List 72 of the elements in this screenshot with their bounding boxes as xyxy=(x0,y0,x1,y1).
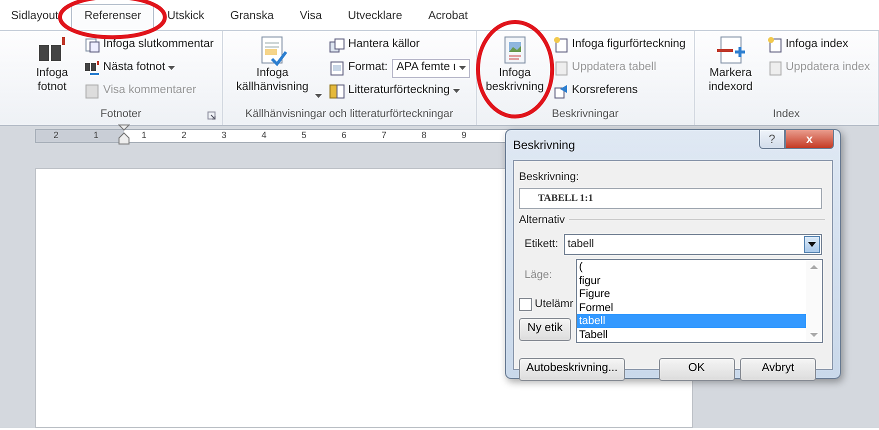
list-option[interactable]: ( xyxy=(577,260,806,274)
ribbon-tab[interactable]: Referenser xyxy=(71,4,154,30)
help-button[interactable]: ? xyxy=(759,130,785,149)
scroll-up-icon xyxy=(810,264,818,270)
ruler-number: 1 xyxy=(140,129,148,142)
ribbon-tab[interactable]: Visa xyxy=(286,4,335,30)
launcher-icon[interactable] xyxy=(206,111,216,120)
close-button[interactable]: x xyxy=(785,130,834,149)
ribbon-button[interactable]: Infoga index xyxy=(764,35,872,55)
ribbon-button[interactable]: Korsreferens xyxy=(550,81,688,101)
page-icon xyxy=(766,60,783,76)
checkbox-label: Utelämr xyxy=(534,297,574,312)
scrollbar[interactable] xyxy=(806,260,822,342)
ok-button[interactable]: OK xyxy=(658,358,734,380)
group-title: Index xyxy=(772,108,800,120)
document-icon xyxy=(552,37,569,53)
auto-caption-button[interactable]: Autobeskrivning... xyxy=(519,358,625,380)
ribbon-tab[interactable]: Sidlayout xyxy=(4,4,72,30)
indent-marker-icon xyxy=(118,124,130,145)
insert-button[interactable]: Infoga fotnot xyxy=(26,33,78,106)
field-label: Etikett: xyxy=(524,236,558,252)
ruler-number: 6 xyxy=(340,129,348,142)
ruler-number: 5 xyxy=(300,129,308,142)
list-option[interactable]: Tabell xyxy=(577,328,806,341)
ruler-number: 8 xyxy=(420,129,428,142)
document-icon xyxy=(766,37,783,53)
ribbon-button[interactable]: Infoga slutkommentar xyxy=(82,35,216,55)
new-label-button[interactable]: Ny etik xyxy=(519,318,571,340)
dialog-title: Beskrivning xyxy=(513,137,576,154)
field-label: Beskrivning: xyxy=(519,170,580,185)
insert-button[interactable]: Infoga källhänvisning xyxy=(228,33,324,106)
pages-icon xyxy=(329,37,346,53)
insert-button[interactable]: Markera indexord xyxy=(700,33,761,106)
ribbon-button[interactable]: Litteraturförteckning xyxy=(327,81,470,101)
field-label: Läge: xyxy=(524,268,552,282)
ribbon-button[interactable]: Infoga figurförteckning xyxy=(550,35,688,55)
ribbon-button[interactable]: Nästa fotnot xyxy=(82,58,216,78)
ribbon-tab[interactable]: Granska xyxy=(217,4,287,30)
ruler-number: 2 xyxy=(52,129,60,142)
document-icon xyxy=(84,37,100,53)
ribbon-button[interactable]: Hantera källor xyxy=(327,35,470,55)
page-icon xyxy=(552,60,569,76)
checkbox[interactable] xyxy=(519,298,532,311)
format-dropdown[interactable]: APA femte ι xyxy=(392,58,470,78)
list-option[interactable]: Formel xyxy=(577,300,806,314)
ruler-number: 1 xyxy=(92,129,100,142)
page-arrow-icon xyxy=(552,83,569,99)
ribbon-button[interactable]: Format: xyxy=(327,58,390,78)
cancel-button[interactable]: Avbryt xyxy=(740,358,816,380)
ruler-number: 2 xyxy=(180,129,188,142)
ribbon-tab[interactable]: Utvecklare xyxy=(334,4,416,30)
ruler-number: 7 xyxy=(380,129,388,142)
ruler-number: 4 xyxy=(260,129,268,142)
scroll-down-icon xyxy=(810,332,818,338)
ribbon-tab[interactable]: Acrobat xyxy=(415,4,481,30)
ribbon-tab[interactable]: Utskick xyxy=(154,4,218,30)
caption-field[interactable]: TABELL 1:1 xyxy=(519,188,822,208)
dropdown-button[interactable] xyxy=(804,236,820,252)
ruler-number: 3 xyxy=(220,129,228,142)
caret-icon xyxy=(807,240,817,248)
group-title: Källhänvisningar och litteraturförteckningar xyxy=(245,108,454,120)
list-option[interactable]: Figure xyxy=(577,287,806,300)
group-title: Beskrivningar xyxy=(552,108,619,120)
label-dropdown[interactable]: tabell xyxy=(564,234,822,254)
page-icon xyxy=(84,83,100,99)
caret-icon xyxy=(458,66,466,70)
group-title: Fotnoter xyxy=(100,108,142,120)
section-title: Alternativ xyxy=(519,212,565,228)
book-icon xyxy=(329,83,346,99)
ruler-number: 9 xyxy=(460,129,468,142)
document-icon xyxy=(329,60,346,76)
list-option[interactable]: figur xyxy=(577,274,806,287)
